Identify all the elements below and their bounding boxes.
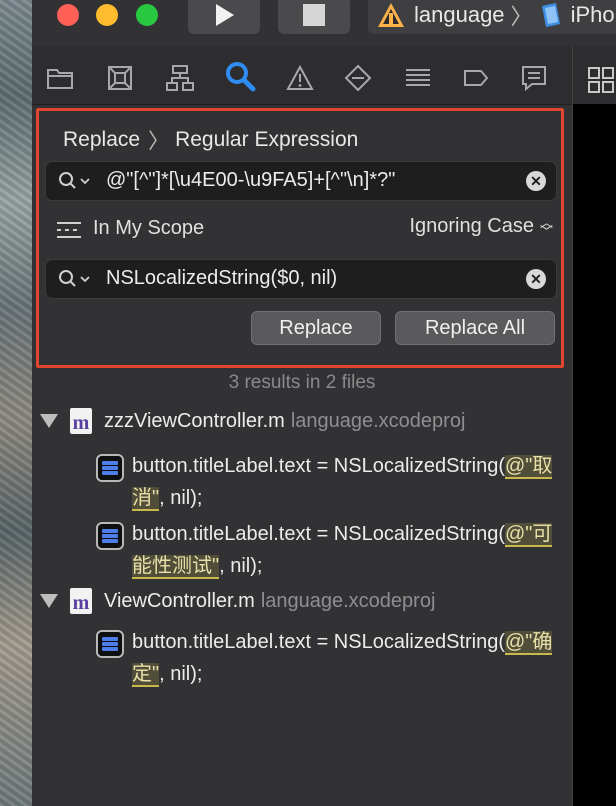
find-mode-breadcrumb[interactable]: Replace 〉 Regular Expression (63, 125, 358, 155)
editor-toolbar (573, 46, 616, 104)
symbol-hierarchy-icon[interactable] (166, 64, 194, 92)
case-select-value: Ignoring Case (409, 215, 534, 237)
match-suffix: , nil); (159, 663, 203, 685)
chevron-right-icon: 〉 (148, 130, 170, 153)
search-options-icon[interactable] (58, 171, 94, 191)
minimize-window-button[interactable] (96, 4, 118, 26)
find-replace-panel: Replace 〉 Regular Expression @"[^"]*[\u4… (36, 108, 564, 368)
editor-area (572, 46, 616, 806)
result-file-row[interactable]: m ViewController.m language.xcodeproj (32, 586, 572, 620)
source-control-icon[interactable] (106, 64, 134, 92)
file-name-text: zzzViewController.m (104, 410, 285, 432)
code-line-icon (96, 630, 124, 658)
breakpoint-icon[interactable] (462, 64, 490, 92)
file-project-text: language.xcodeproj (290, 410, 466, 432)
play-icon (216, 4, 234, 26)
code-line-icon (96, 454, 124, 482)
xcode-window: language 〉 iPho Replace 〉 Regular Expres… (32, 0, 616, 806)
close-window-button[interactable] (57, 4, 79, 26)
device-icon (541, 3, 560, 27)
test-diamond-icon[interactable] (344, 64, 372, 92)
xcode-app-icon (378, 3, 404, 27)
code-line-icon (96, 522, 124, 550)
debug-list-icon[interactable] (404, 64, 432, 92)
match-prefix: button.titleLabel.text = NSLocalizedStri… (132, 455, 505, 477)
file-name-text: ViewController.m (104, 590, 255, 612)
replace-input-value: NSLocalizedString($0, nil) (106, 267, 338, 289)
search-input-value: @"[^"]*[\u4E00-\u9FA5]+[^"\n]*?" (106, 169, 396, 191)
match-text: button.titleLabel.text = NSLocalizedStri… (132, 626, 572, 690)
zoom-window-button[interactable] (136, 4, 158, 26)
results-summary: 3 results in 2 files (228, 372, 376, 393)
replace-all-button[interactable]: Replace All (395, 311, 555, 345)
up-down-chevron-icon: ︿ ﹀ (539, 214, 553, 239)
match-text: button.titleLabel.text = NSLocalizedStri… (132, 450, 572, 514)
stop-button[interactable] (278, 0, 350, 34)
result-file-row[interactable]: m zzzViewController.m language.xcodeproj (32, 406, 572, 440)
disclosure-triangle-icon[interactable] (40, 594, 58, 608)
run-button[interactable] (188, 0, 260, 34)
clear-replace-icon[interactable]: ✕ (526, 269, 546, 289)
case-sensitivity-select[interactable]: Ignoring Case ︿ ﹀ (409, 215, 553, 238)
scope-label[interactable]: In My Scope (93, 217, 204, 240)
stop-icon (303, 4, 325, 26)
navigator-selector-bar (32, 46, 572, 105)
scheme-device-name: iPho (570, 2, 615, 27)
objc-file-icon: m (70, 408, 92, 434)
match-suffix: , nil); (219, 555, 263, 577)
scheme-selector[interactable]: language 〉 iPho (368, 0, 616, 34)
find-mode-label[interactable]: Replace (63, 128, 140, 152)
clear-search-icon[interactable]: ✕ (526, 171, 546, 191)
replace-button[interactable]: Replace (251, 311, 381, 345)
replace-options-icon[interactable] (58, 269, 94, 289)
match-suffix: , nil); (159, 487, 203, 509)
search-navigator-icon[interactable] (224, 60, 256, 92)
report-icon[interactable] (520, 64, 548, 92)
disclosure-triangle-icon[interactable] (40, 414, 58, 428)
objc-file-icon: m (70, 588, 92, 614)
result-file-name: ViewController.m language.xcodeproj (104, 590, 435, 613)
match-prefix: button.titleLabel.text = NSLocalizedStri… (132, 631, 505, 653)
result-file-name: zzzViewController.m language.xcodeproj (104, 410, 465, 433)
scheme-project-name: language (414, 2, 505, 27)
window-titlebar: language 〉 iPho (0, 0, 616, 44)
chevron-right-icon: 〉 (510, 4, 533, 29)
desktop-wallpaper (0, 0, 32, 806)
match-prefix: button.titleLabel.text = NSLocalizedStri… (132, 523, 505, 545)
folder-icon[interactable] (46, 64, 74, 92)
replace-input[interactable]: NSLocalizedString($0, nil) ✕ (45, 259, 557, 299)
warning-icon[interactable] (286, 64, 314, 92)
scope-icon[interactable] (57, 221, 81, 239)
file-project-text: language.xcodeproj (260, 590, 436, 612)
search-input[interactable]: @"[^"]*[\u4E00-\u9FA5]+[^"\n]*?" ✕ (45, 161, 557, 201)
match-text: button.titleLabel.text = NSLocalizedStri… (132, 518, 572, 582)
related-items-icon[interactable] (587, 66, 615, 94)
scope-row: In My Scope Ignoring Case ︿ ﹀ (57, 215, 557, 245)
find-submode-label[interactable]: Regular Expression (175, 128, 358, 152)
